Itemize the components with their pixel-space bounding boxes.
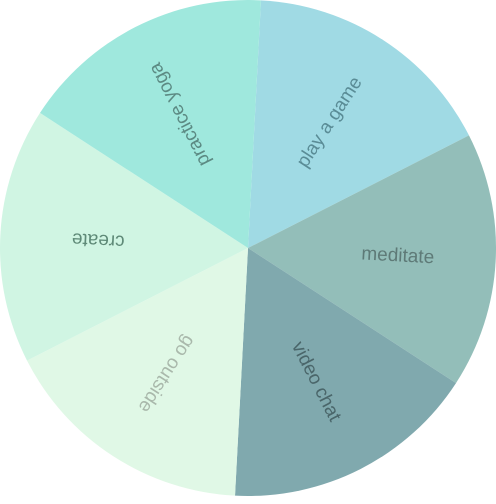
wheel-segment-label: meditate (361, 243, 435, 268)
wheel-svg[interactable]: play a gamemeditatevideo chatgo outsidec… (0, 0, 496, 499)
wheel-segment-label: create (71, 228, 125, 252)
spinner-wheel[interactable]: play a game meditate video chat go outside c… (0, 0, 496, 499)
